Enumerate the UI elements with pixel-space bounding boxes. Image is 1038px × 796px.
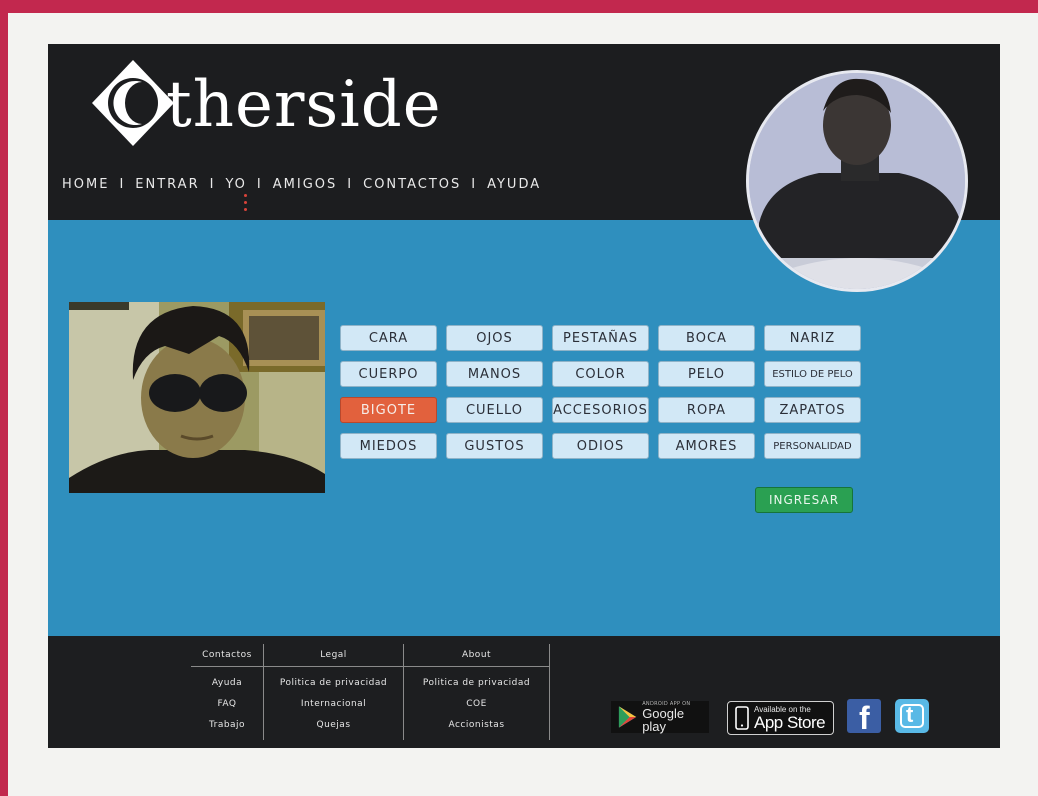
nav-separator: I [119,177,126,192]
footer-heading[interactable]: Legal [264,650,403,660]
trait-personalidad-button[interactable]: PERSONALIDAD [764,433,861,459]
ingresar-button[interactable]: INGRESAR [755,487,853,513]
trait-accesorios-button[interactable]: ACCESORIOS [552,397,649,423]
google-play-icon [618,706,637,728]
nav-home[interactable]: HOME [62,177,109,192]
logo[interactable]: therside [90,58,530,150]
twitter-icon[interactable]: t [895,699,929,733]
footer-link-privacidad[interactable]: Politica de privacidad [404,678,549,699]
footer-column-contactos: Contactos Ayuda FAQ Trabajo [191,636,263,740]
footer-column-about: About Politica de privacidad COE Accioni… [404,636,549,740]
trait-cuello-button[interactable]: CUELLO [446,397,543,423]
trait-gustos-button[interactable]: GUSTOS [446,433,543,459]
webcam-image [69,302,325,493]
profile-photo [749,73,965,289]
google-play-badge[interactable]: ANDROID APP ON Google play [611,701,709,733]
footer-divider [549,644,550,740]
footer-link-trabajo[interactable]: Trabajo [191,720,263,741]
footer-link-ayuda[interactable]: Ayuda [191,678,263,699]
facebook-letter: f [859,700,870,736]
trait-manos-button[interactable]: MANOS [446,361,543,387]
nav-separator: I [256,177,263,192]
trait-odios-button[interactable]: ODIOS [552,433,649,459]
trait-bigote-button[interactable]: BIGOTE [340,397,437,423]
trait-cara-button[interactable]: CARA [340,325,437,351]
app-window: therside HOME I ENTRAR I YO I AMIGOS I C… [48,44,1000,748]
nav-ayuda[interactable]: AYUDA [487,177,541,192]
logo-text: therside [166,68,442,142]
footer-column-legal: Legal Politica de privacidad Internacion… [264,636,403,740]
footer-heading[interactable]: Contactos [191,650,263,660]
logo-mark-icon [92,60,174,146]
nav-amigos[interactable]: AMIGOS [273,177,338,192]
footer-link-accionistas[interactable]: Accionistas [404,720,549,741]
facebook-icon[interactable]: f [847,699,881,736]
profile-avatar[interactable] [746,70,968,292]
nav-entrar[interactable]: ENTRAR [135,177,199,192]
trait-cuerpo-button[interactable]: CUERPO [340,361,437,387]
nav-separator: I [209,177,216,192]
footer-link-faq[interactable]: FAQ [191,699,263,720]
app-store-badge[interactable]: Available on the App Store [727,701,834,735]
trait-pestanas-button[interactable]: PESTAÑAS [552,325,649,351]
nav-contactos[interactable]: CONTACTOS [363,177,461,192]
nav-separator: I [471,177,478,192]
trait-pelo-button[interactable]: PELO [658,361,755,387]
google-play-text: Google play [642,705,685,734]
twitter-letter: t [906,702,914,727]
nav-separator: I [347,177,354,192]
footer-link-internacional[interactable]: Internacional [264,699,403,720]
trait-ojos-button[interactable]: OJOS [446,325,543,351]
active-nav-indicator [244,194,248,218]
footer-heading[interactable]: About [404,650,549,660]
app-store-text: App Store [754,712,826,732]
trait-ropa-button[interactable]: ROPA [658,397,755,423]
trait-estilo-de-pelo-button[interactable]: ESTILO DE PELO [764,361,861,387]
footer-link-quejas[interactable]: Quejas [264,720,403,741]
trait-boca-button[interactable]: BOCA [658,325,755,351]
phone-icon [735,706,749,730]
trait-button-grid: CARA OJOS PESTAÑAS BOCA NARIZ CUERPO MAN… [340,325,861,459]
trait-color-button[interactable]: COLOR [552,361,649,387]
nav-yo[interactable]: YO [225,177,246,192]
main-nav: HOME I ENTRAR I YO I AMIGOS I CONTACTOS … [62,177,541,192]
footer-link-coe[interactable]: COE [404,699,549,720]
webcam-photo [69,302,325,493]
footer-link-privacidad[interactable]: Politica de privacidad [264,678,403,699]
trait-zapatos-button[interactable]: ZAPATOS [764,397,861,423]
trait-miedos-button[interactable]: MIEDOS [340,433,437,459]
trait-amores-button[interactable]: AMORES [658,433,755,459]
trait-nariz-button[interactable]: NARIZ [764,325,861,351]
